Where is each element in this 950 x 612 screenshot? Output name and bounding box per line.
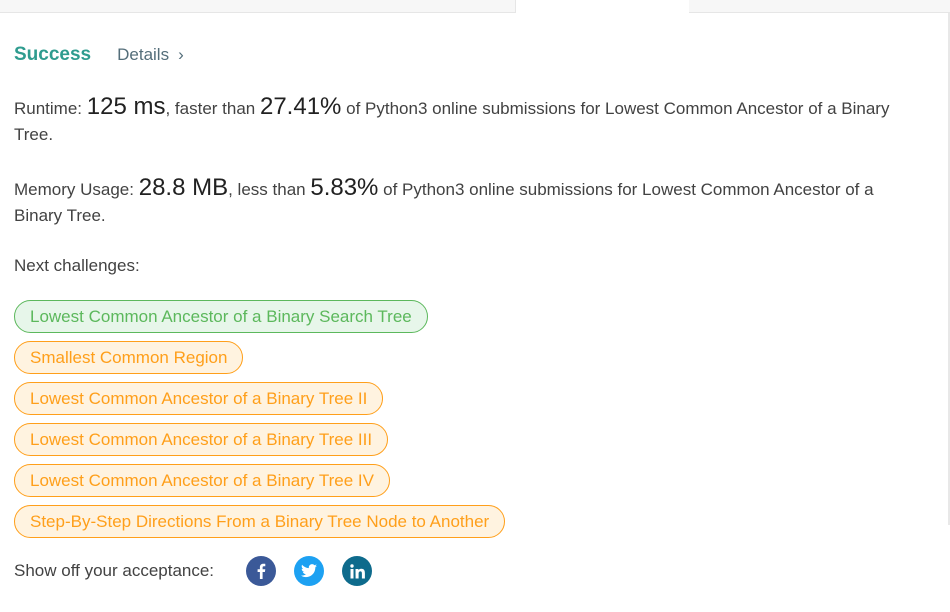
runtime-stat: Runtime: 125 ms, faster than 27.41% of P…	[14, 94, 924, 148]
challenge-link[interactable]: Lowest Common Ancestor of a Binary Tree …	[14, 423, 389, 456]
challenge-link[interactable]: Smallest Common Region	[14, 341, 244, 374]
facebook-icon[interactable]	[246, 556, 277, 586]
next-challenges-list: Lowest Common Ancestor of a Binary Searc…	[14, 300, 506, 546]
share-label: Show off your acceptance:	[14, 561, 215, 580]
runtime-comparison: , faster than	[165, 99, 256, 118]
details-link[interactable]: Details ›	[117, 45, 184, 65]
top-tab-strip	[0, 0, 950, 13]
details-label: Details	[117, 45, 170, 64]
tab-description[interactable]	[0, 0, 515, 13]
tab-other[interactable]	[689, 0, 950, 13]
memory-label: Memory Usage:	[14, 180, 134, 199]
share-row: Show off your acceptance:	[14, 556, 390, 586]
runtime-label: Runtime:	[14, 99, 83, 118]
memory-stat: Memory Usage: 28.8 MB, less than 5.83% o…	[14, 175, 924, 229]
next-challenges-label: Next challenges:	[14, 256, 140, 275]
submission-status-row: Success Details ›	[14, 42, 184, 68]
tab-submission-active[interactable]	[515, 0, 690, 13]
runtime-value: 125 ms	[86, 93, 166, 120]
memory-percent: 5.83%	[310, 174, 379, 201]
memory-value: 28.8 MB	[138, 174, 229, 201]
challenge-link[interactable]: Lowest Common Ancestor of a Binary Searc…	[14, 300, 428, 333]
status-result: Success	[14, 44, 92, 65]
linkedin-icon[interactable]	[342, 556, 373, 586]
memory-comparison: , less than	[228, 180, 306, 199]
challenge-link[interactable]: Step-By-Step Directions From a Binary Tr…	[14, 505, 506, 538]
challenge-link[interactable]: Lowest Common Ancestor of a Binary Tree …	[14, 464, 390, 497]
challenge-link[interactable]: Lowest Common Ancestor of a Binary Tree …	[14, 382, 384, 415]
runtime-percent: 27.41%	[259, 93, 342, 120]
chevron-right-icon: ›	[178, 45, 184, 64]
twitter-icon[interactable]	[294, 556, 325, 586]
